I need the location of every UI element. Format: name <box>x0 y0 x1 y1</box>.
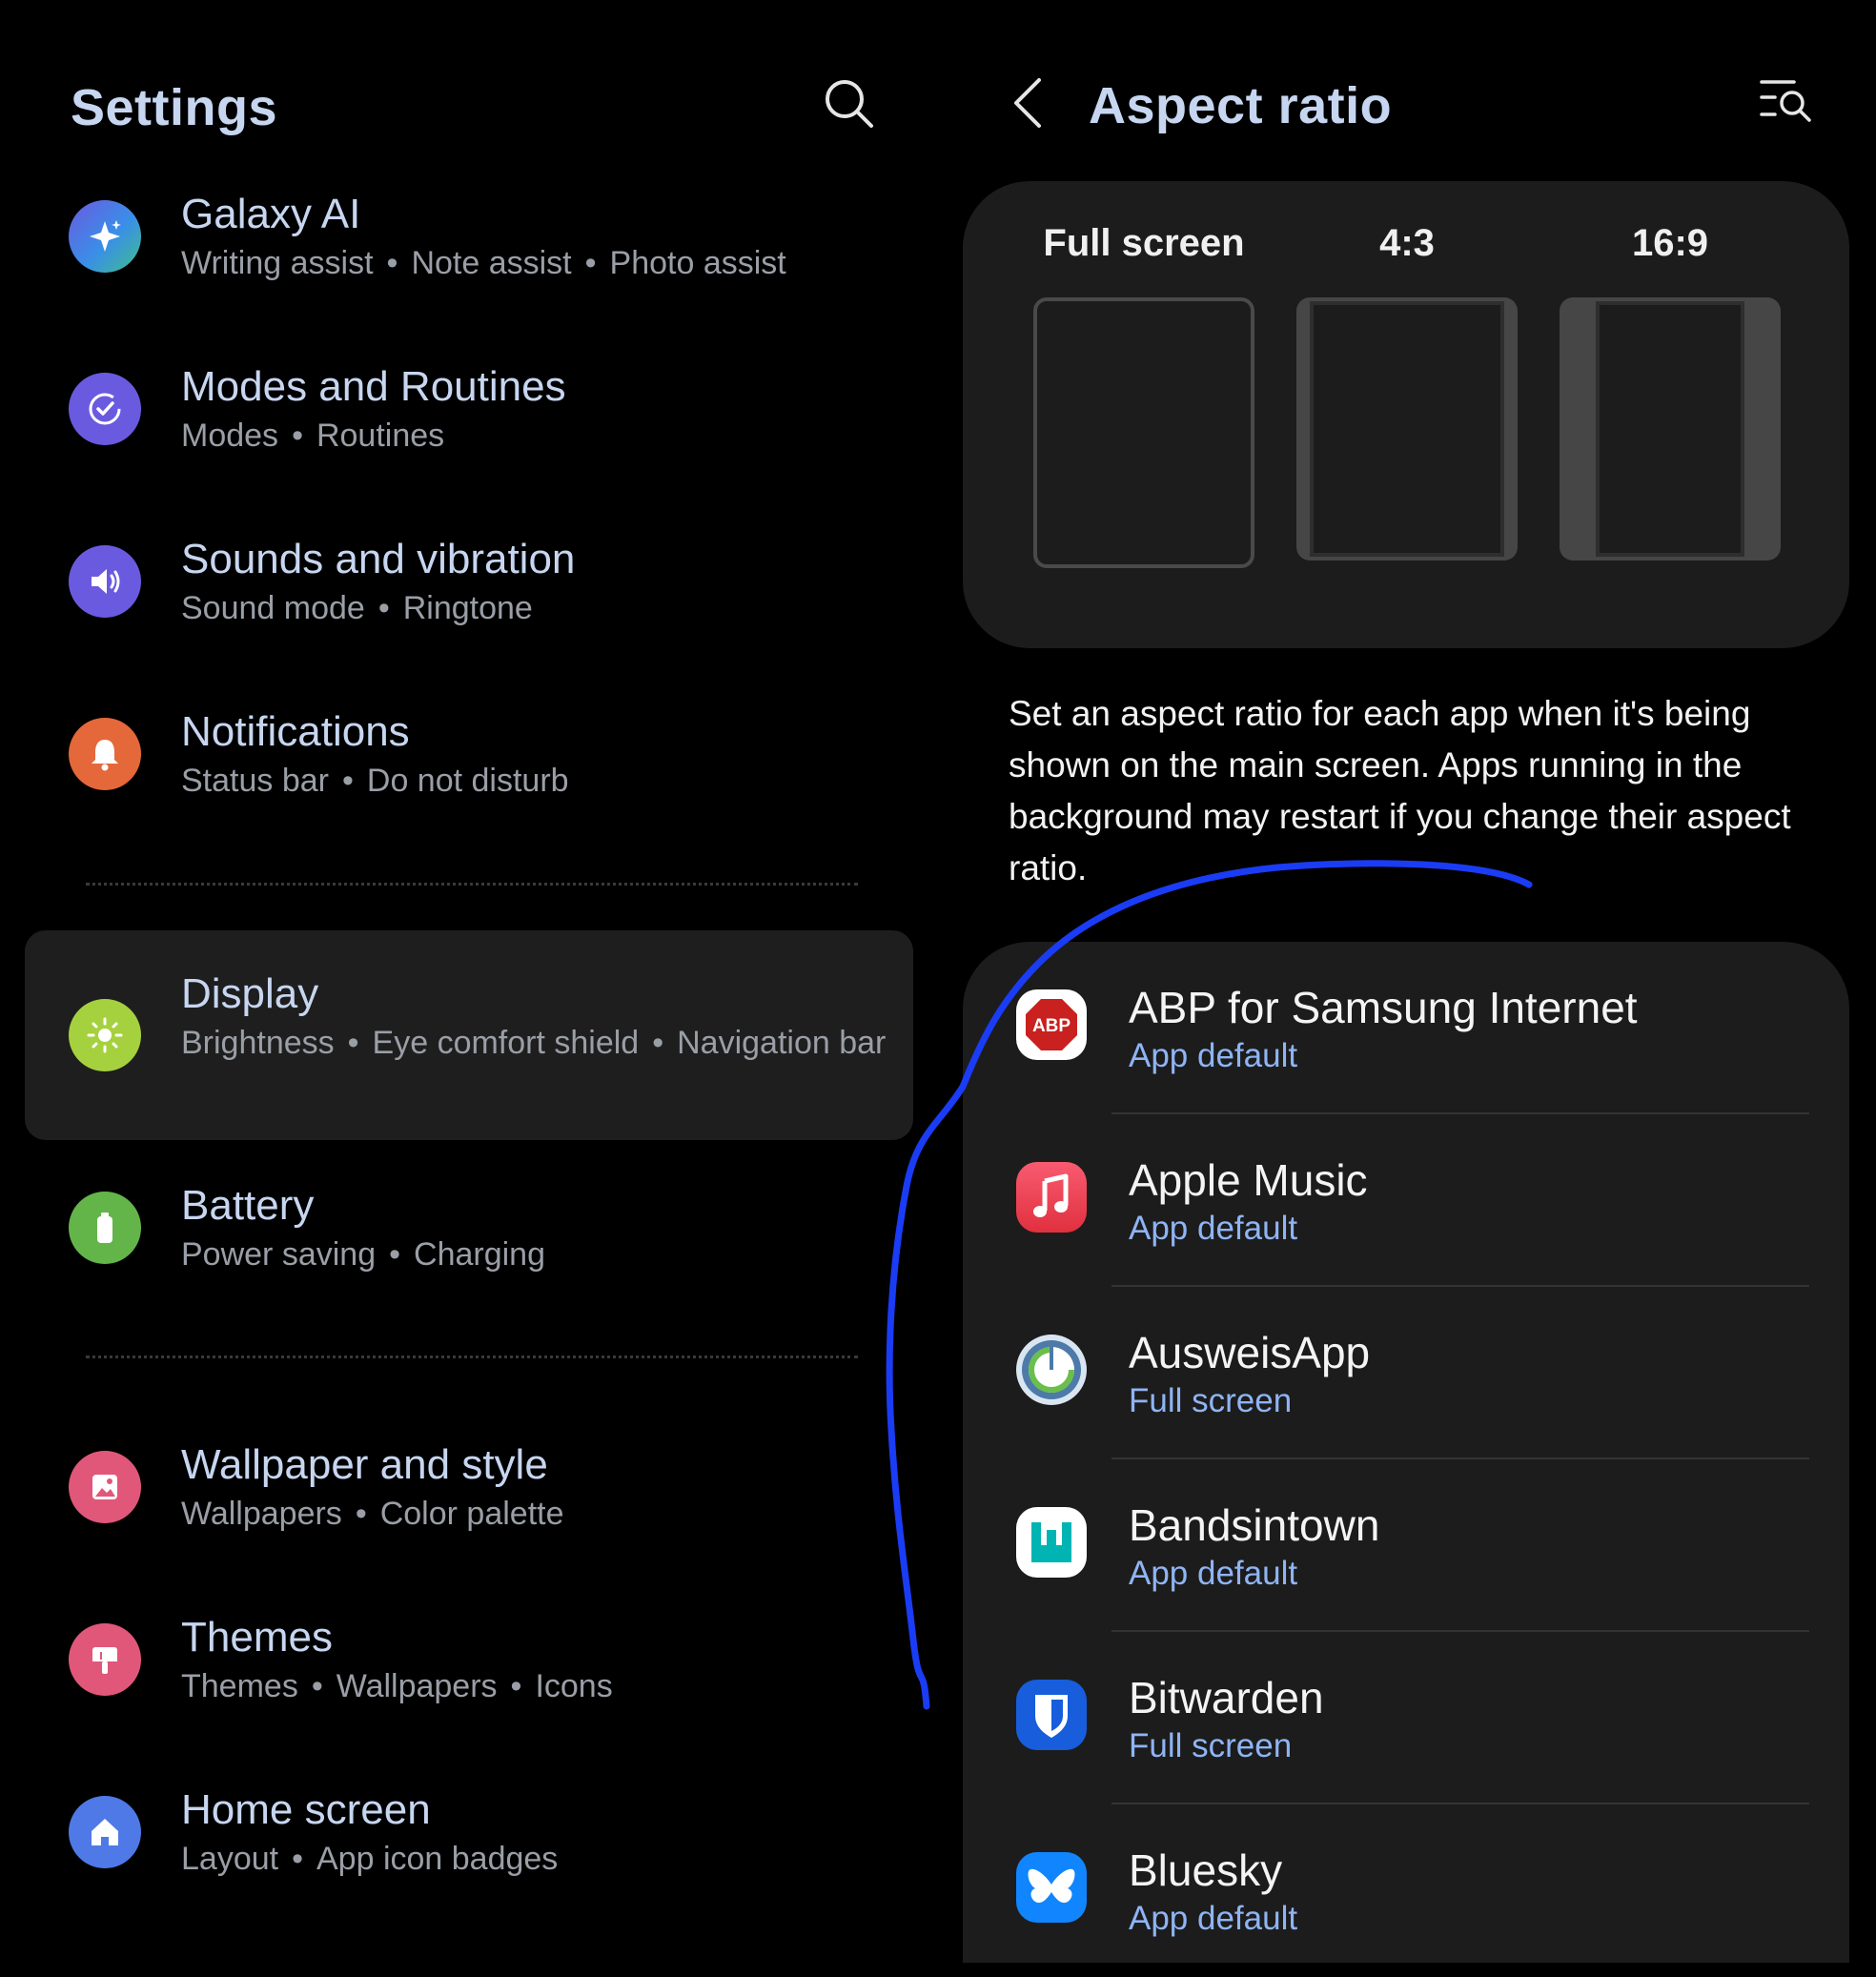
search-filter-button[interactable] <box>1756 76 1815 126</box>
settings-item-subtitle: Power saving • Charging <box>181 1236 545 1273</box>
settings-item-title: Home screen <box>181 1786 431 1833</box>
section-divider <box>86 1355 858 1358</box>
app-aspect-value: App default <box>1129 1037 1298 1074</box>
option-label: Full screen <box>1043 222 1245 264</box>
abp-icon: ABP <box>1016 989 1087 1060</box>
speaker-icon <box>69 545 141 618</box>
ausweisapp-icon <box>1016 1335 1087 1405</box>
settings-item-subtitle: Wallpapers • Color palette <box>181 1496 564 1532</box>
app-aspect-value: App default <box>1129 1555 1298 1592</box>
bell-icon <box>69 718 141 790</box>
settings-item-home-screen[interactable]: Home screen Layout • App icon badges <box>25 1756 913 1908</box>
settings-item-themes[interactable]: Themes Themes • Wallpapers • Icons <box>25 1583 913 1736</box>
aspect-ratio-preview-card: Full screen 4:3 16:9 <box>963 181 1849 648</box>
settings-item-title: Themes <box>181 1614 333 1661</box>
app-aspect-value: Full screen <box>1129 1727 1293 1764</box>
app-row-apple-music[interactable]: Apple Music App default <box>963 1114 1849 1287</box>
option-label: 4:3 <box>1379 222 1435 264</box>
settings-item-subtitle: Sound mode • Ringtone <box>181 590 533 626</box>
aspect-ratio-description: Set an aspect ratio for each app when it… <box>1009 694 1791 887</box>
app-list: ABP ABP for Samsung Internet App default… <box>963 942 1849 1963</box>
galaxy-ai-icon <box>69 200 141 273</box>
16-9-preview <box>1560 297 1781 560</box>
apple-music-icon <box>1016 1162 1087 1233</box>
bandsintown-icon <box>1016 1507 1087 1578</box>
settings-item-sounds-vibration[interactable]: Sounds and vibration Sound mode • Ringtone <box>25 505 913 658</box>
app-aspect-value: Full screen <box>1129 1382 1293 1419</box>
settings-item-title: Sounds and vibration <box>181 536 576 582</box>
settings-item-title: Modes and Routines <box>181 363 566 410</box>
option-label: 16:9 <box>1631 222 1709 264</box>
app-row-bluesky[interactable]: Bluesky App default <box>963 1804 1849 1977</box>
page-title: Aspect ratio <box>1089 77 1393 134</box>
full-screen-preview <box>1033 297 1254 568</box>
option-4-3[interactable]: 4:3 <box>1296 219 1518 560</box>
settings-item-subtitle: Modes • Routines <box>181 418 445 454</box>
app-row-ausweisapp[interactable]: AusweisApp Full screen <box>963 1287 1849 1459</box>
settings-item-subtitle: Brightness • Eye comfort shield • Navigation… <box>181 1025 887 1061</box>
app-name: Bandsintown <box>1129 1500 1380 1550</box>
modes-routines-icon <box>69 373 141 445</box>
app-row-bandsintown[interactable]: Bandsintown App default <box>963 1459 1849 1632</box>
settings-item-title: Galaxy AI <box>181 191 361 237</box>
chevron-left-icon <box>1014 78 1041 128</box>
settings-item-display[interactable]: Display Brightness • Eye comfort shield • Na… <box>25 930 913 1140</box>
settings-item-modes-routines[interactable]: Modes and Routines Modes • Routines <box>25 333 913 485</box>
settings-item-wallpaper-style[interactable]: Wallpaper and style Wallpapers • Color pal… <box>25 1411 913 1563</box>
settings-item-title: Battery <box>181 1182 315 1229</box>
settings-item-galaxy-ai[interactable]: Galaxy AI Writing assist • Note assist • Pho… <box>25 160 913 313</box>
settings-item-title: Notifications <box>181 708 410 755</box>
option-16-9[interactable]: 16:9 <box>1560 219 1781 560</box>
settings-item-subtitle: Layout • App icon badges <box>181 1841 559 1877</box>
app-aspect-value: App default <box>1129 1210 1298 1247</box>
settings-item-title: Display <box>181 970 319 1017</box>
back-button[interactable] <box>1003 74 1056 132</box>
app-name: Bitwarden <box>1129 1673 1324 1722</box>
search-button[interactable] <box>820 74 879 133</box>
settings-item-subtitle: Themes • Wallpapers • Icons <box>181 1668 613 1704</box>
image-icon <box>69 1451 141 1523</box>
home-icon <box>69 1796 141 1868</box>
page-title: Settings <box>71 79 278 136</box>
option-full-screen[interactable]: Full screen <box>1033 219 1254 568</box>
section-divider <box>86 883 858 886</box>
battery-icon <box>69 1192 141 1264</box>
settings-pane: Settings Galaxy AI Writing assist • Note a… <box>0 0 944 1963</box>
bitwarden-icon <box>1016 1680 1087 1750</box>
app-aspect-value: App default <box>1129 1900 1298 1937</box>
brightness-icon <box>69 999 141 1071</box>
search-filter-icon <box>1760 80 1811 122</box>
app-name: AusweisApp <box>1129 1328 1371 1377</box>
app-name: Apple Music <box>1129 1155 1368 1205</box>
app-name: Bluesky <box>1129 1845 1283 1895</box>
app-row-abp[interactable]: ABP ABP for Samsung Internet App default <box>963 942 1849 1114</box>
paintbrush-icon <box>69 1623 141 1696</box>
app-name: ABP for Samsung Internet <box>1129 983 1638 1032</box>
svg-text:ABP: ABP <box>1032 1016 1071 1036</box>
settings-item-notifications[interactable]: Notifications Status bar • Do not disturb <box>25 678 913 830</box>
app-row-bitwarden[interactable]: Bitwarden Full screen <box>963 1632 1849 1804</box>
search-icon <box>826 80 873 128</box>
4-3-preview <box>1296 297 1518 560</box>
settings-item-subtitle: Writing assist • Note assist • Photo assist <box>181 245 786 281</box>
settings-item-title: Wallpaper and style <box>181 1441 548 1488</box>
bluesky-icon <box>1016 1852 1087 1923</box>
settings-item-subtitle: Status bar • Do not disturb <box>181 763 569 799</box>
settings-item-battery[interactable]: Battery Power saving • Charging <box>25 1152 913 1304</box>
